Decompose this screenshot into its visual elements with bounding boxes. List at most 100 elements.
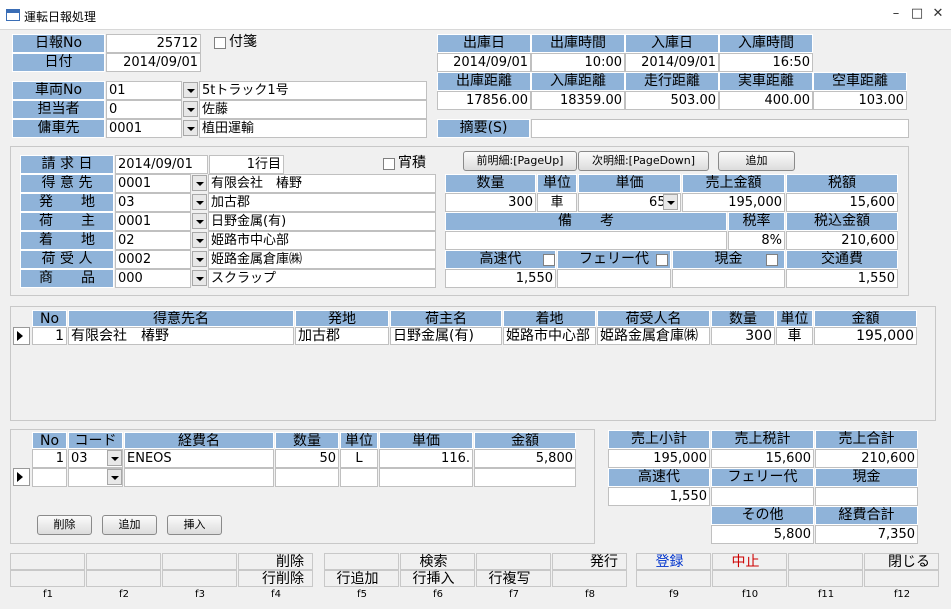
expense-new-cell[interactable] bbox=[124, 468, 274, 487]
f-key-5-bottom[interactable]: 行追加 bbox=[324, 570, 399, 587]
list-cell[interactable]: 195,000 bbox=[814, 327, 917, 345]
time-value[interactable]: 2014/09/01 bbox=[625, 53, 719, 72]
f-key-6-top[interactable]: 検索 bbox=[400, 553, 475, 570]
expense-new-cell[interactable] bbox=[32, 468, 67, 487]
f-key-7-bottom[interactable]: 行複写 bbox=[476, 570, 551, 587]
detail-row-code[interactable]: 0001 bbox=[115, 212, 191, 231]
f-key-8-top[interactable]: 発行 bbox=[552, 553, 627, 570]
distance-value[interactable]: 400.00 bbox=[719, 91, 813, 110]
expense-new-cell[interactable] bbox=[340, 468, 378, 487]
f-key-12-top[interactable]: 閉じる bbox=[864, 553, 939, 570]
tax-rate-value[interactable]: 8% bbox=[728, 231, 785, 250]
list-cell[interactable]: 車 bbox=[776, 327, 813, 345]
minimize-icon[interactable]: – bbox=[888, 6, 904, 22]
add-detail-button[interactable]: 追加 bbox=[718, 151, 795, 171]
f-key-9-bottom[interactable] bbox=[636, 570, 711, 587]
expense-cell[interactable]: 5,800 bbox=[474, 449, 576, 468]
distance-value[interactable]: 18359.00 bbox=[531, 91, 625, 110]
f-key-4-top[interactable]: 削除 bbox=[238, 553, 313, 570]
expense-type-value[interactable] bbox=[672, 269, 785, 288]
expense-new-cell[interactable] bbox=[275, 468, 339, 487]
chevron-down-icon[interactable] bbox=[192, 175, 207, 191]
staff-code-field[interactable]: 0 bbox=[106, 100, 182, 119]
f-key-3-bottom[interactable] bbox=[162, 570, 237, 587]
f-key-6-bottom[interactable]: 行挿入 bbox=[400, 570, 475, 587]
distance-value[interactable]: 103.00 bbox=[813, 91, 907, 110]
ferry-checkbox[interactable] bbox=[656, 254, 668, 266]
detail-row-code[interactable]: 0002 bbox=[115, 250, 191, 269]
time-value[interactable]: 16:50 bbox=[719, 53, 813, 72]
expense-delete-button[interactable]: 削除 bbox=[37, 515, 92, 535]
list-cell[interactable]: 1 bbox=[32, 327, 67, 345]
f-key-10-bottom[interactable] bbox=[712, 570, 787, 587]
expense-type-value[interactable]: 1,550 bbox=[445, 269, 556, 288]
expense-cell[interactable]: ENEOS bbox=[124, 449, 274, 468]
sales-value[interactable]: 300 bbox=[445, 193, 536, 212]
attach-checkbox[interactable] bbox=[214, 37, 226, 49]
expense-type-value[interactable]: 1,550 bbox=[786, 269, 898, 288]
distance-value[interactable]: 503.00 bbox=[625, 91, 719, 110]
f-key-3-top[interactable] bbox=[162, 553, 237, 570]
f-key-1-top[interactable] bbox=[10, 553, 85, 570]
f-key-2-top[interactable] bbox=[86, 553, 161, 570]
expense-new-cell[interactable] bbox=[474, 468, 576, 487]
charter-code-field[interactable]: 0001 bbox=[106, 119, 182, 138]
maximize-icon[interactable]: □ bbox=[909, 6, 925, 22]
detail-row-code[interactable]: 000 bbox=[115, 269, 191, 288]
billing-date-field[interactable]: 2014/09/01 bbox=[115, 155, 208, 174]
expense-insert-button[interactable]: 挿入 bbox=[167, 515, 222, 535]
close-icon[interactable]: ✕ bbox=[930, 6, 946, 22]
charter-dropdown-icon[interactable] bbox=[183, 120, 198, 136]
next-detail-button[interactable]: 次明細:[PageDown] bbox=[578, 151, 709, 171]
f-key-10-top[interactable]: 中止 bbox=[712, 553, 787, 570]
new-record-selector-icon[interactable] bbox=[13, 468, 30, 486]
vehicle-dropdown-icon[interactable] bbox=[183, 82, 198, 98]
expense-cell[interactable]: 50 bbox=[275, 449, 339, 468]
f-key-9-top[interactable]: 登録 bbox=[636, 553, 711, 570]
list-cell[interactable]: 300 bbox=[711, 327, 775, 345]
overnight-checkbox[interactable] bbox=[383, 158, 395, 170]
list-cell[interactable]: 日野金属(有) bbox=[390, 327, 502, 345]
expense-add-button[interactable]: 追加 bbox=[102, 515, 157, 535]
expense-code-dropdown-icon[interactable] bbox=[107, 450, 122, 466]
list-cell[interactable]: 姫路市中心部 bbox=[503, 327, 596, 345]
f-key-5-top[interactable] bbox=[324, 553, 399, 570]
daily-no-field[interactable]: 25712 bbox=[106, 34, 201, 53]
f-key-4-bottom[interactable]: 行削除 bbox=[238, 570, 313, 587]
record-selector-icon[interactable] bbox=[13, 327, 30, 345]
sales-value[interactable]: 車 bbox=[537, 193, 577, 212]
f-key-8-bottom[interactable] bbox=[552, 570, 627, 587]
tax-incl-value[interactable]: 210,600 bbox=[786, 231, 898, 250]
highway-checkbox[interactable] bbox=[543, 254, 555, 266]
sales-value[interactable]: 15,600 bbox=[786, 193, 898, 212]
f-key-11-top[interactable] bbox=[788, 553, 863, 570]
expense-new-cell[interactable] bbox=[379, 468, 473, 487]
expense-type-value[interactable] bbox=[557, 269, 671, 288]
prev-detail-button[interactable]: 前明細:[PageUp] bbox=[463, 151, 577, 171]
list-cell[interactable]: 有限会社 椿野 bbox=[68, 327, 294, 345]
f-key-1-bottom[interactable] bbox=[10, 570, 85, 587]
chevron-down-icon[interactable] bbox=[192, 232, 207, 248]
detail-row-code[interactable]: 02 bbox=[115, 231, 191, 250]
f-key-11-bottom[interactable] bbox=[788, 570, 863, 587]
chevron-down-icon[interactable] bbox=[192, 213, 207, 229]
f-key-12-bottom[interactable] bbox=[864, 570, 939, 587]
f-key-7-top[interactable] bbox=[476, 553, 551, 570]
f-key-2-bottom[interactable] bbox=[86, 570, 161, 587]
detail-row-code[interactable]: 0001 bbox=[115, 174, 191, 193]
chevron-down-icon[interactable] bbox=[192, 194, 207, 210]
expense-cell[interactable]: 116. bbox=[379, 449, 473, 468]
detail-row-code[interactable]: 03 bbox=[115, 193, 191, 212]
expense-cell[interactable]: 1 bbox=[32, 449, 67, 468]
staff-dropdown-icon[interactable] bbox=[183, 101, 198, 117]
daily-date-field[interactable]: 2014/09/01 bbox=[106, 53, 201, 72]
chevron-down-icon[interactable] bbox=[192, 270, 207, 286]
time-value[interactable]: 10:00 bbox=[531, 53, 625, 72]
price-dropdown-icon[interactable] bbox=[663, 194, 678, 210]
distance-value[interactable]: 17856.00 bbox=[437, 91, 531, 110]
sales-value[interactable]: 195,000 bbox=[682, 193, 785, 212]
remark-field[interactable] bbox=[445, 231, 727, 250]
list-cell[interactable]: 姫路金属倉庫㈱ bbox=[597, 327, 710, 345]
memo-field[interactable] bbox=[531, 119, 909, 138]
time-value[interactable]: 2014/09/01 bbox=[437, 53, 531, 72]
